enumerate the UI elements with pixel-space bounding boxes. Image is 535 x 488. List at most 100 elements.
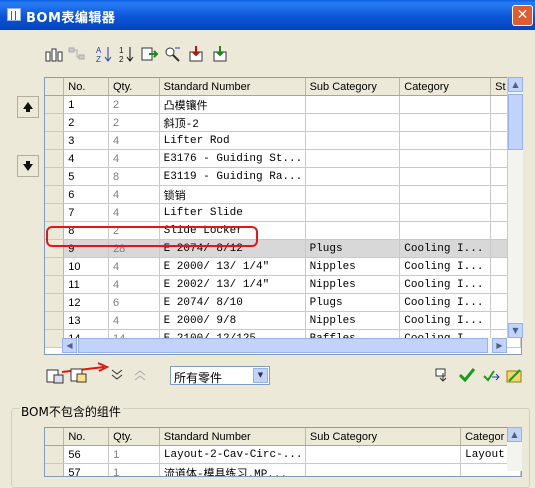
row-selector[interactable] — [45, 185, 65, 204]
table-row[interactable]: 11 4 E 2002/ 13/ 1/4" Nipples Cooling I... — [45, 275, 521, 294]
table-row[interactable]: 2 2 斜顶-2 — [45, 113, 521, 132]
folder-icon[interactable] — [505, 367, 523, 383]
exclude-icon[interactable] — [46, 368, 64, 384]
row-qty[interactable]: 1 — [108, 463, 160, 476]
row-selector[interactable] — [45, 445, 65, 464]
row-category[interactable] — [399, 149, 492, 168]
hscroll-thumb[interactable] — [78, 338, 488, 353]
row-sub-category[interactable] — [305, 185, 401, 204]
row-category[interactable]: Cooling I... — [399, 275, 492, 294]
row-standard-number[interactable]: E 2000/ 9/8 — [159, 311, 306, 330]
row-standard-number[interactable]: 流道体-模具练习.MP... — [159, 463, 306, 476]
row-selector[interactable] — [45, 329, 65, 348]
header-qty[interactable]: Qty. — [108, 78, 160, 96]
table-row[interactable]: 1 2 凸模镶件 — [45, 95, 521, 114]
scroll-up-icon[interactable]: ▲ — [507, 427, 522, 442]
row-sub-category[interactable] — [305, 149, 401, 168]
row-sub-category[interactable] — [305, 167, 401, 186]
row-no[interactable]: 1 — [63, 95, 109, 114]
vertical-scrollbar[interactable]: ▲ ▼ — [507, 77, 523, 338]
row-no[interactable]: 4 — [63, 149, 109, 168]
row-category[interactable]: Cooling I... — [399, 239, 492, 258]
row-category[interactable] — [399, 221, 492, 240]
header-sub-category[interactable]: Sub Category — [305, 428, 462, 446]
row-standard-number[interactable]: E 2000/ 13/ 1/4" — [159, 257, 306, 276]
row-qty[interactable]: 4 — [108, 149, 160, 168]
columns-icon[interactable] — [44, 44, 64, 64]
table-row[interactable]: 4 4 E3176 - Guiding St... — [45, 149, 521, 168]
table-row[interactable]: 56 1 Layout-2-Cav-Circ-... Layout — [45, 445, 521, 464]
scroll-left-icon[interactable]: ◀ — [62, 338, 77, 353]
row-sub-category[interactable]: Nipples — [305, 311, 401, 330]
move-down-button[interactable] — [17, 155, 39, 177]
header-standard-number[interactable]: Standard Number — [159, 78, 306, 96]
table-row[interactable]: 3 4 Lifter Rod — [45, 131, 521, 150]
row-selector[interactable] — [45, 167, 65, 186]
row-sub-category[interactable]: Nipples — [305, 257, 401, 276]
row-standard-number[interactable]: 斜顶-2 — [159, 113, 306, 132]
header-qty[interactable]: Qty. — [108, 428, 160, 446]
row-qty[interactable]: 4 — [108, 131, 160, 150]
close-button[interactable]: ✕ — [512, 5, 533, 26]
import-settings-icon[interactable] — [211, 44, 231, 64]
scroll-right-icon[interactable]: ▶ — [492, 338, 507, 353]
row-selector[interactable] — [45, 113, 65, 132]
sort-12-icon[interactable]: 12 — [117, 44, 137, 64]
update-icon[interactable] — [482, 367, 500, 383]
row-standard-number[interactable]: Layout-2-Cav-Circ-... — [159, 445, 306, 464]
row-sub-category[interactable] — [305, 131, 401, 150]
row-no[interactable]: 7 — [63, 203, 109, 222]
table-row[interactable]: 6 4 锁销 — [45, 185, 521, 204]
row-qty[interactable]: 2 — [108, 113, 160, 132]
apply-check-icon[interactable] — [458, 367, 476, 383]
row-qty[interactable]: 4 — [108, 185, 160, 204]
row-selector[interactable] — [45, 257, 65, 276]
horizontal-scrollbar[interactable]: ◀ ▶ — [62, 338, 507, 353]
row-selector[interactable] — [45, 311, 65, 330]
row-no[interactable]: 11 — [63, 275, 109, 294]
attribute-icon[interactable] — [435, 367, 453, 383]
row-no[interactable]: 5 — [63, 167, 109, 186]
row-no[interactable]: 12 — [63, 293, 109, 312]
scroll-thumb[interactable] — [508, 94, 523, 150]
row-selector[interactable] — [45, 131, 65, 150]
row-category[interactable]: Cooling I... — [399, 257, 492, 276]
row-standard-number[interactable]: 锁销 — [159, 185, 306, 204]
row-standard-number[interactable]: Lifter Rod — [159, 131, 306, 150]
row-selector[interactable] — [45, 149, 65, 168]
row-sub-category[interactable] — [305, 95, 401, 114]
header-sub-category[interactable]: Sub Category — [305, 78, 401, 96]
row-qty[interactable]: 4 — [108, 203, 160, 222]
row-standard-number[interactable]: E 2074/ 8/10 — [159, 293, 306, 312]
scroll-down-icon[interactable]: ▼ — [508, 323, 523, 338]
row-qty[interactable]: 6 — [108, 293, 160, 312]
move-up-button[interactable] — [17, 96, 39, 118]
row-sub-category[interactable]: Nipples — [305, 275, 401, 294]
row-selector[interactable] — [45, 463, 65, 476]
row-sub-category[interactable] — [305, 463, 462, 476]
header-category[interactable]: Category — [399, 78, 492, 96]
row-no[interactable]: 3 — [63, 131, 109, 150]
row-standard-number[interactable]: E3119 - Guiding Ra... — [159, 167, 306, 186]
parts-filter-select[interactable]: 所有零件 ▼ — [170, 366, 270, 385]
bom-table[interactable]: No. Qty. Standard Number Sub Category Ca… — [44, 77, 522, 355]
table-row[interactable]: 10 4 E 2000/ 13/ 1/4" Nipples Cooling I... — [45, 257, 521, 276]
tree-icon[interactable] — [67, 44, 87, 64]
row-standard-number[interactable]: Lifter Slide — [159, 203, 306, 222]
row-category[interactable] — [399, 131, 492, 150]
table-row[interactable]: 5 8 E3119 - Guiding Ra... — [45, 167, 521, 186]
excluded-vertical-scrollbar[interactable]: ▲ — [507, 427, 522, 471]
header-no[interactable]: No. — [63, 78, 109, 96]
scroll-up-icon[interactable]: ▲ — [508, 77, 523, 92]
row-qty[interactable]: 4 — [108, 257, 160, 276]
excluded-table[interactable]: No. Qty. Standard Number Sub Category Ca… — [44, 427, 522, 477]
export-icon[interactable] — [140, 44, 160, 64]
row-no[interactable]: 2 — [63, 113, 109, 132]
row-qty[interactable]: 2 — [108, 95, 160, 114]
row-qty[interactable]: 1 — [108, 445, 160, 464]
row-qty[interactable]: 4 — [108, 311, 160, 330]
row-sub-category[interactable] — [305, 113, 401, 132]
header-no[interactable]: No. — [63, 428, 110, 446]
include-icon[interactable] — [70, 368, 88, 384]
title-bar[interactable]: BOM表编辑器 ✕ — [0, 0, 535, 30]
